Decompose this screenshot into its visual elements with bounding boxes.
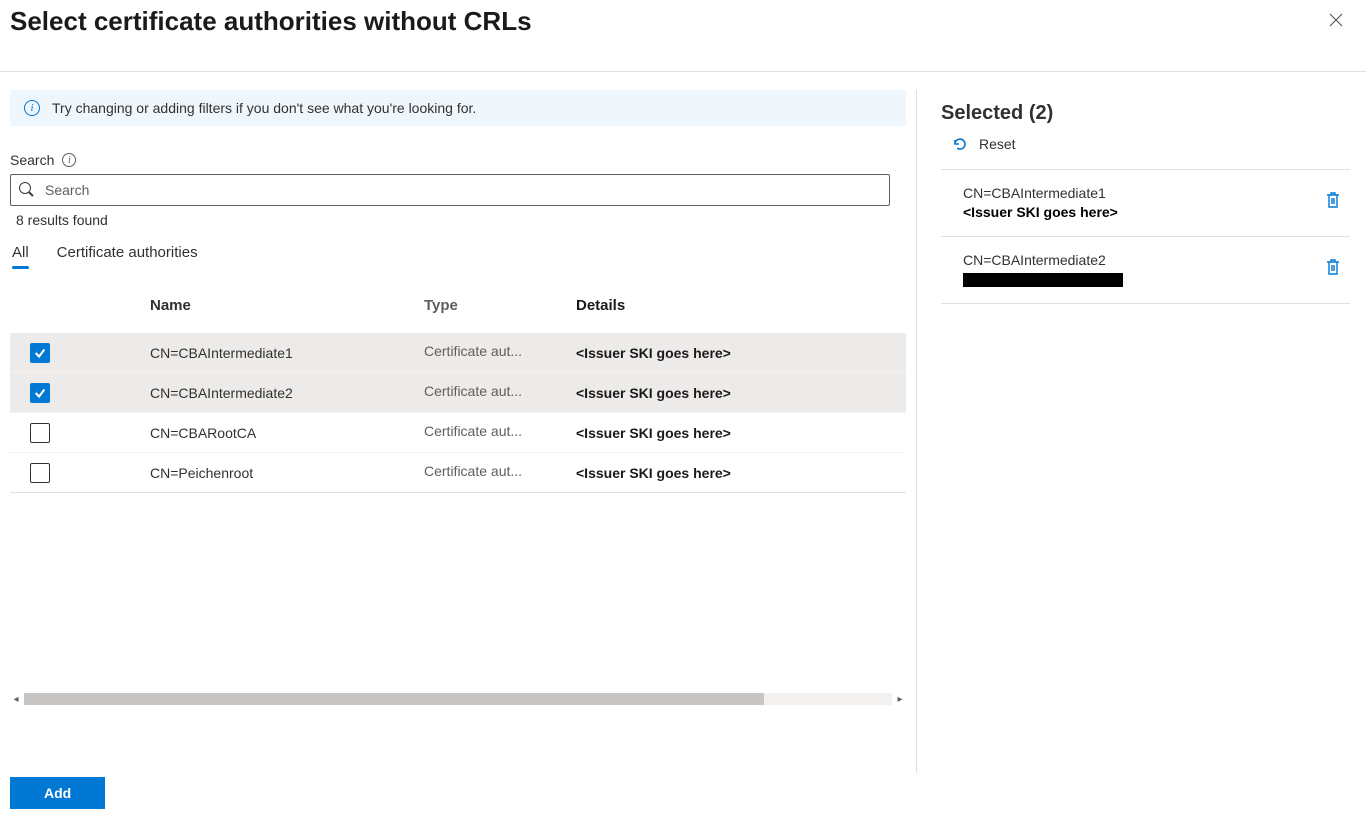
delete-icon[interactable] [1324,190,1342,215]
cell-name: CN=CBAIntermediate1 [150,345,293,361]
results-found: 8 results found [16,212,906,228]
table-row[interactable]: CN=CBAIntermediate2 Certificate aut... <… [10,373,906,413]
row-checkbox[interactable] [30,383,50,403]
reset-label: Reset [979,136,1016,152]
results-table: Name Type Details CN=CBAIntermediate1 Ce… [10,297,906,493]
cell-details: <Issuer SKI goes here> [576,465,731,481]
cell-type: Certificate aut... [424,343,522,359]
cell-name: CN=CBAIntermediate2 [150,385,293,401]
info-icon: i [24,100,40,116]
cell-type: Certificate aut... [424,383,522,399]
cell-details: <Issuer SKI goes here> [576,345,731,361]
delete-icon[interactable] [1324,257,1342,282]
selected-title: Selected (2) [941,102,1350,125]
col-header-type[interactable]: Type [424,297,458,314]
cell-details: <Issuer SKI goes here> [576,425,731,441]
cell-details: <Issuer SKI goes here> [576,385,731,401]
col-header-details[interactable]: Details [576,297,625,314]
tabs: All Certificate authorities [10,244,906,269]
scroll-left-icon[interactable]: ◂ [10,691,22,707]
row-checkbox[interactable] [30,463,50,483]
scroll-right-icon[interactable]: ▸ [894,691,906,707]
search-label: Search [10,152,54,168]
selected-item-details: <Issuer SKI goes here> [963,203,1118,222]
cell-type: Certificate aut... [424,463,522,479]
cell-name: CN=Peichenroot [150,465,253,481]
selected-item: CN=CBAIntermediate2 [941,237,1350,304]
selected-item: CN=CBAIntermediate1 <Issuer SKI goes her… [941,170,1350,237]
panel-title: Select certificate authorities without C… [10,6,532,37]
add-button[interactable]: Add [10,777,105,809]
table-header: Name Type Details [10,297,906,315]
info-icon[interactable]: i [62,153,76,167]
redacted-text [963,273,1123,287]
undo-icon [951,135,969,153]
row-checkbox[interactable] [30,423,50,443]
table-row[interactable]: CN=CBAIntermediate1 Certificate aut... <… [10,333,906,373]
cell-name: CN=CBARootCA [150,425,256,441]
table-row[interactable]: CN=CBARootCA Certificate aut... <Issuer … [10,413,906,453]
close-icon[interactable] [1322,6,1350,39]
info-banner-text: Try changing or adding filters if you do… [52,100,476,116]
search-icon [19,182,35,198]
row-checkbox[interactable] [30,343,50,363]
info-banner: i Try changing or adding filters if you … [10,90,906,126]
table-row[interactable]: CN=Peichenroot Certificate aut... <Issue… [10,453,906,493]
col-header-name[interactable]: Name [150,297,191,314]
tab-all[interactable]: All [12,244,29,269]
search-box[interactable] [10,174,890,206]
cell-type: Certificate aut... [424,423,522,439]
scroll-thumb[interactable] [24,693,764,705]
horizontal-scrollbar[interactable]: ◂ ▸ [10,691,906,707]
selected-item-name: CN=CBAIntermediate2 [963,251,1123,270]
reset-button[interactable]: Reset [951,135,1350,153]
search-input[interactable] [43,181,881,199]
selected-item-name: CN=CBAIntermediate1 [963,184,1118,203]
tab-certificate-authorities[interactable]: Certificate authorities [57,244,198,269]
